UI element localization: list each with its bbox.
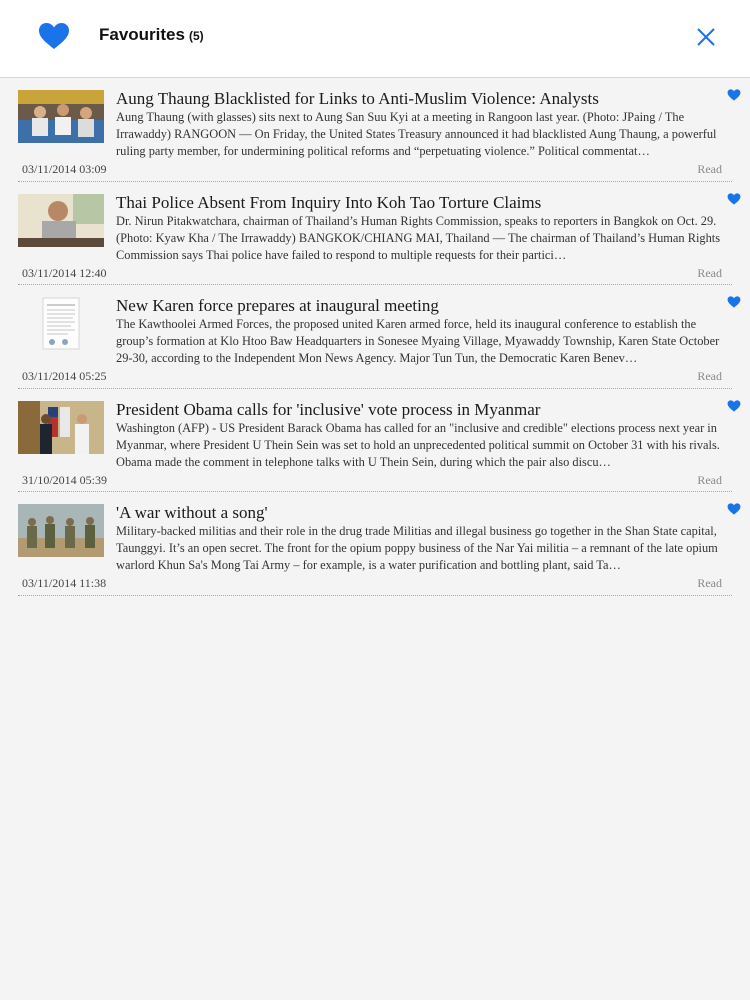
heart-icon: [39, 23, 69, 49]
article-item[interactable]: President Obama calls for 'inclusive' vo…: [0, 389, 750, 492]
favourites-count: (5): [188, 29, 204, 43]
favourites-list: Aung Thaung Blacklisted for Links to Ant…: [0, 78, 750, 596]
article-date: 03/11/2014 12:40: [22, 265, 107, 280]
favourite-heart-icon[interactable]: [727, 89, 741, 101]
close-icon[interactable]: [694, 25, 718, 49]
article-date: 03/11/2014 03:09: [22, 162, 107, 176]
favourite-heart-icon[interactable]: [727, 192, 741, 205]
header-bar: Favourites (5): [0, 0, 750, 78]
article-thumbnail: [18, 90, 104, 143]
article-title[interactable]: Thai Police Absent From Inquiry Into Koh…: [116, 193, 716, 213]
article-date: 03/11/2014 05:25: [22, 369, 107, 383]
article-thumbnail: [18, 400, 104, 454]
article-thumbnail: [18, 193, 104, 247]
article-title[interactable]: New Karen force prepares at inaugural me…: [116, 296, 716, 316]
article-description: Dr. Nirun Pitakwatchara, chairman of Tha…: [116, 213, 721, 262]
page-title-text: Favourites: [99, 25, 185, 44]
article-title[interactable]: President Obama calls for 'inclusive' vo…: [116, 400, 716, 420]
article-title[interactable]: 'A war without a song': [116, 503, 716, 523]
article-date: 03/11/2014 11:38: [22, 576, 107, 590]
article-item[interactable]: New Karen force prepares at inaugural me…: [0, 285, 750, 389]
read-button[interactable]: Read: [697, 162, 722, 177]
article-description: Military-backed militias and their role …: [116, 524, 718, 573]
article-thumbnail: [18, 504, 104, 557]
favourite-heart-icon[interactable]: [727, 399, 741, 412]
favourite-heart-icon[interactable]: [727, 503, 741, 515]
article-title[interactable]: Aung Thaung Blacklisted for Links to Ant…: [116, 89, 716, 109]
read-button[interactable]: Read: [697, 266, 722, 281]
read-button[interactable]: Read: [697, 369, 722, 384]
article-thumbnail: [18, 297, 104, 350]
article-description: The Kawthoolei Armed Forces, the propose…: [116, 317, 720, 366]
article-item[interactable]: Thai Police Absent From Inquiry Into Koh…: [0, 182, 750, 285]
article-description: Aung Thaung (with glasses) sits next to …: [116, 110, 717, 159]
favourite-heart-icon[interactable]: [727, 296, 741, 308]
article-item[interactable]: Aung Thaung Blacklisted for Links to Ant…: [0, 78, 750, 182]
article-description: Washington (AFP) - US President Barack O…: [116, 420, 720, 469]
read-button[interactable]: Read: [697, 473, 722, 488]
article-item[interactable]: 'A war without a song' Military-backed m…: [0, 492, 750, 596]
article-date: 31/10/2014 05:39: [22, 472, 108, 487]
read-button[interactable]: Read: [697, 576, 722, 591]
page-title: Favourites (5): [99, 25, 204, 45]
divider: [18, 594, 732, 596]
